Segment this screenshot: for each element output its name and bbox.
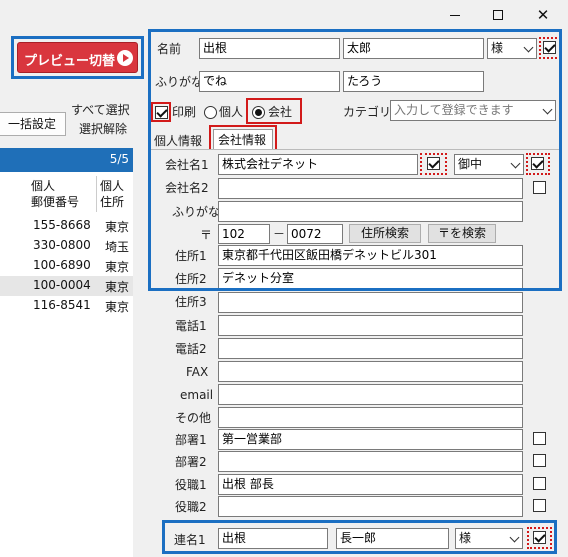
email-label: email xyxy=(180,388,214,402)
fax-field[interactable] xyxy=(218,361,523,382)
preview-toggle-label: プレビュー切替 xyxy=(24,54,116,69)
dept1-checkbox[interactable] xyxy=(533,432,546,445)
dept2-checkbox[interactable] xyxy=(533,454,546,467)
form-highlight-frame xyxy=(148,29,562,291)
joint-honorific-value: 様 xyxy=(459,531,472,545)
list-item[interactable]: 116-8541 東京 xyxy=(0,296,133,316)
list-header-bar: 5/5 xyxy=(0,148,133,172)
list-item-zip: 155-8668 xyxy=(33,218,91,232)
list-item-address: 東京 xyxy=(105,220,130,234)
other-field[interactable] xyxy=(218,407,523,428)
list-item[interactable]: 100-6890 東京 xyxy=(0,256,133,276)
dept1-field[interactable]: 第一営業部 xyxy=(218,429,523,450)
bulk-settings-label: 一括設定 xyxy=(7,117,56,131)
bulk-settings-button[interactable]: 一括設定 xyxy=(0,112,66,136)
title2-checkbox[interactable] xyxy=(533,499,546,512)
list-scrollbar[interactable] xyxy=(133,172,140,557)
address3-label: 住所3 xyxy=(175,295,207,309)
preview-toggle-button[interactable]: プレビュー切替 xyxy=(17,42,138,73)
close-button[interactable]: ✕ xyxy=(528,4,558,26)
chevron-down-icon xyxy=(509,532,520,543)
email-field[interactable] xyxy=(218,384,523,405)
list-item-zip: 100-6890 xyxy=(33,258,91,272)
title2-field[interactable] xyxy=(218,496,523,517)
dept2-field[interactable] xyxy=(218,451,523,472)
list-item-address: 東京 xyxy=(105,260,130,274)
joint-honorific-select[interactable]: 様 xyxy=(455,528,523,549)
list-item-zip: 116-8541 xyxy=(33,298,91,312)
phone1-label: 電話1 xyxy=(175,319,207,333)
record-count: 5/5 xyxy=(109,152,129,166)
other-label: その他 xyxy=(175,411,212,425)
joint-last-field[interactable]: 出根 xyxy=(218,528,328,549)
joint-name-label: 連名1 xyxy=(174,533,206,547)
list-item-selected[interactable]: 100-0004 東京 xyxy=(0,276,133,296)
joint-first-field[interactable]: 長一郎 xyxy=(336,528,449,549)
maximize-button[interactable] xyxy=(483,4,513,26)
record-list: 個人 郵便番号 個人 住所 155-8668 東京 330-0800 埼玉 10… xyxy=(0,172,133,557)
list-item[interactable]: 155-8668 東京 xyxy=(0,216,133,236)
phone1-field[interactable] xyxy=(218,315,523,336)
list-item-zip: 330-0800 xyxy=(33,238,91,252)
deselect-all-link[interactable]: 選択解除 xyxy=(79,121,127,137)
column-header-zip[interactable]: 個人 郵便番号 xyxy=(31,178,79,210)
close-icon: ✕ xyxy=(536,6,550,24)
joint-honorific-checkbox[interactable] xyxy=(533,531,546,544)
title1-field[interactable]: 出根 部長 xyxy=(218,474,523,495)
play-circle-icon xyxy=(117,50,133,66)
phone2-label: 電話2 xyxy=(175,342,207,356)
column-header-address[interactable]: 個人 住所 xyxy=(100,178,124,210)
fax-label: FAX xyxy=(186,365,209,379)
maximize-icon xyxy=(493,10,503,20)
dept2-label: 部署2 xyxy=(175,455,207,469)
phone2-field[interactable] xyxy=(218,338,523,359)
title1-label: 役職1 xyxy=(175,478,207,492)
minimize-button[interactable] xyxy=(440,4,470,26)
minimize-icon xyxy=(450,15,460,16)
column-divider xyxy=(96,176,97,212)
dept1-label: 部署1 xyxy=(175,433,207,447)
list-item-address: 埼玉 xyxy=(105,240,130,254)
title1-checkbox[interactable] xyxy=(533,477,546,490)
address3-field[interactable] xyxy=(218,292,523,313)
list-item[interactable]: 330-0800 埼玉 xyxy=(0,236,133,256)
select-all-link[interactable]: すべて選択 xyxy=(71,102,130,118)
title2-label: 役職2 xyxy=(175,500,207,514)
list-item-address: 東京 xyxy=(105,300,130,314)
list-item-address: 東京 xyxy=(105,280,130,294)
list-item-zip: 100-0004 xyxy=(33,278,91,292)
